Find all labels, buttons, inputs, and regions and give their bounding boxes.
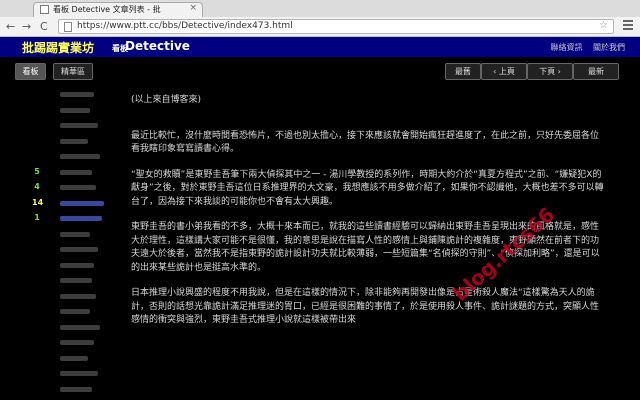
blurred-title[interactable] (60, 278, 92, 283)
list-item[interactable] (0, 320, 120, 334)
blurred-title[interactable] (60, 107, 90, 113)
push-count: 4 (34, 182, 40, 191)
list-item[interactable]: 1 (0, 211, 120, 225)
list-item[interactable] (0, 242, 120, 256)
forward-arrow-icon[interactable]: → (22, 20, 31, 34)
action-bar: 看板 精華區 最舊 ‹ 上頁 下頁 › 最新 (0, 57, 640, 87)
newest-page-button[interactable]: 最新 (573, 63, 619, 80)
list-item[interactable]: 14 (0, 196, 120, 210)
blurred-title[interactable] (60, 247, 98, 252)
list-item[interactable] (0, 227, 120, 241)
board-name[interactable]: Detective (125, 39, 190, 53)
about-link[interactable]: 關於我們 (593, 43, 625, 52)
blurred-title[interactable] (60, 386, 92, 392)
blurred-title[interactable] (60, 340, 94, 345)
push-count: 5 (34, 166, 40, 176)
bookmark-star-icon[interactable]: ☆ (599, 20, 608, 31)
blurred-title[interactable] (60, 231, 90, 237)
oldest-page-button[interactable]: 最舊 (445, 63, 481, 80)
push-count: 1 (34, 213, 40, 222)
article-paragraph: “聖女的救贖”是東野圭吾筆下兩大偵探其中之一 - 湯川學教授的系列作，時期大約介… (131, 169, 604, 207)
list-item[interactable] (0, 103, 120, 117)
prev-page-button[interactable]: ‹ 上頁 (481, 63, 527, 80)
list-item[interactable] (0, 134, 120, 148)
blurred-title[interactable] (60, 169, 92, 175)
blurred-title[interactable] (60, 355, 88, 361)
address-bar[interactable]: https://www.ptt.cc/bbs/Detective/index47… (58, 19, 614, 34)
list-item[interactable] (0, 149, 120, 163)
browser-tab[interactable]: 看板 Detective 文章列表 - 批 × (33, 2, 203, 17)
list-item[interactable] (0, 335, 120, 349)
next-page-button[interactable]: 下頁 › (527, 63, 573, 80)
blurred-title[interactable] (60, 138, 88, 144)
blurred-title[interactable] (60, 200, 104, 206)
list-item[interactable] (0, 289, 120, 303)
back-arrow-icon[interactable]: ← (6, 20, 15, 34)
page-icon (64, 22, 72, 32)
site-logo[interactable]: 批踢踢實業坊 (22, 39, 94, 56)
list-item[interactable] (0, 382, 120, 396)
blurred-title[interactable] (60, 309, 90, 314)
list-item[interactable] (0, 258, 120, 272)
digest-tab-button[interactable]: 精華區 (53, 63, 93, 80)
push-count: 14 (32, 197, 44, 207)
list-item[interactable] (0, 273, 120, 287)
blurred-title[interactable] (60, 154, 100, 159)
blurred-title[interactable] (60, 216, 102, 221)
article-paragraph: 最近比較忙，沒什麼時間看恐怖片，不過也別太擔心，接下來應該就會開始瘋狂趕進度了，… (131, 130, 600, 155)
article-list: 5 4 14 1 (0, 87, 120, 400)
header-links: 聯絡資訊 關於我們 (542, 42, 625, 53)
list-item[interactable]: 5 (0, 165, 120, 179)
list-item[interactable] (0, 118, 120, 132)
site-header: 批踢踢實業坊 看板 Detective 聯絡資訊 關於我們 (0, 37, 640, 57)
list-item[interactable]: 4 (0, 180, 120, 194)
list-item[interactable] (0, 304, 120, 318)
list-item[interactable] (0, 351, 120, 365)
blurred-title[interactable] (60, 262, 94, 268)
close-icon[interactable]: × (189, 3, 197, 13)
page-favicon-icon (40, 5, 49, 14)
blurred-title[interactable] (60, 324, 100, 330)
contact-link[interactable]: 聯絡資訊 (550, 43, 582, 52)
browser-toolbar: ← → C https://www.ptt.cc/bbs/Detective/i… (0, 17, 640, 37)
list-item[interactable] (0, 366, 120, 380)
blurred-title[interactable] (60, 371, 98, 376)
list-item[interactable] (0, 87, 120, 101)
article-paragraph: (以上來自博客來) (131, 95, 202, 105)
blurred-title[interactable] (60, 123, 98, 128)
article-paragraph: 日本推理小說興盛的程度不用我說，但是在這樣的情況下，除非能夠再開發出像是占星術殺… (131, 288, 600, 325)
blurred-title[interactable] (60, 293, 96, 299)
blurred-title[interactable] (60, 92, 94, 97)
reload-icon[interactable]: C (40, 20, 48, 34)
browser-tab-bar: 看板 Detective 文章列表 - 批 × (0, 0, 640, 17)
board-tab-button[interactable]: 看板 (15, 63, 46, 80)
browser-menu-icon[interactable] (623, 20, 633, 32)
blurred-title[interactable] (60, 185, 96, 190)
tab-title: 看板 Detective 文章列表 - 批 (53, 5, 161, 14)
url-text[interactable]: https://www.ptt.cc/bbs/Detective/index47… (77, 21, 293, 31)
